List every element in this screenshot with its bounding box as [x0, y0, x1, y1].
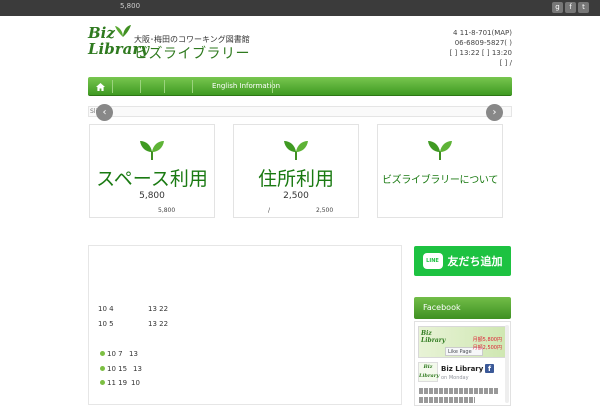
- facebook-widget: Biz Library Like Page 月額5,800円 月額2,500円 B…: [414, 321, 511, 406]
- slider-next-button[interactable]: ›: [486, 104, 503, 121]
- card-price: 2,500: [283, 191, 309, 201]
- cover-logo: Biz Library: [421, 330, 445, 344]
- google-plus-icon[interactable]: g: [552, 2, 563, 13]
- top-bar: 5,800 g f t: [0, 0, 600, 16]
- facebook-avatar[interactable]: Biz Library: [418, 362, 440, 382]
- facebook-page-name[interactable]: Biz Library: [441, 365, 483, 373]
- line-icon: LINE: [422, 253, 443, 269]
- line-button-label: 友だち追加: [447, 255, 503, 268]
- schedule-time: 13 22: [148, 305, 169, 313]
- event-date: 11 19: [107, 379, 128, 387]
- facebook-post-text: [419, 388, 499, 394]
- twitter-icon[interactable]: t: [578, 2, 589, 13]
- line-add-friend-button[interactable]: LINE 友だち追加: [414, 246, 511, 276]
- cover-logo-biz: Biz: [421, 330, 432, 337]
- facebook-heading: Facebook: [414, 297, 511, 319]
- bullet-icon: [100, 380, 105, 385]
- main-content: 10 4 13 22 10 5 13 22 10 7 13 10 15 13 1…: [88, 245, 402, 405]
- sprout-icon: [428, 141, 452, 160]
- nav-divider: [140, 80, 141, 93]
- card-price: 5,800: [139, 191, 165, 201]
- avatar-library: Library: [419, 373, 440, 379]
- hours-text: [ ] 13:22 [ ] 13:20: [449, 49, 512, 57]
- schedule-time: 13 22: [148, 320, 169, 328]
- card-title: ビズライブラリーについて: [381, 175, 499, 186]
- nav-divider: [164, 80, 165, 93]
- home-icon: [95, 82, 105, 91]
- event-time: 13: [133, 365, 142, 373]
- phone-text: 06-6809-5827( ): [454, 39, 512, 47]
- schedule-date: 10 5: [98, 320, 114, 328]
- facebook-post-time: on Monday: [441, 375, 469, 381]
- schedule-date: 10 4: [98, 305, 114, 313]
- card-address[interactable]: 住所利用 2,500 / 2,500: [233, 124, 359, 218]
- event-item: 11 19: [100, 379, 127, 387]
- card-caption: 2,500: [316, 207, 334, 214]
- cover-logo-library: Library: [421, 337, 446, 344]
- event-item: 10 7: [100, 350, 123, 358]
- sprout-icon: [140, 141, 164, 160]
- nav-home-button[interactable]: [88, 77, 112, 96]
- facebook-post-text: [419, 397, 475, 403]
- card-title: スペース利用: [96, 168, 208, 190]
- bullet-icon: [100, 366, 105, 371]
- event-time: 10: [131, 379, 140, 387]
- event-date: 10 7: [107, 350, 123, 358]
- logo-name: ビズライブラリー: [134, 46, 250, 62]
- bullet-icon: [100, 351, 105, 356]
- facebook-icon[interactable]: f: [565, 2, 576, 13]
- nav-divider: [112, 80, 113, 93]
- hours-text-2: [ ] /: [499, 59, 512, 67]
- main-nav: English Information: [88, 77, 512, 96]
- sprout-icon: [284, 141, 308, 160]
- event-time: 13: [129, 350, 138, 358]
- leaf-icon: [115, 25, 131, 37]
- logo-biz-text: Biz: [88, 24, 115, 42]
- facebook-icon: f: [485, 364, 494, 373]
- card-title: 住所利用: [257, 168, 334, 190]
- facebook-scrollbar[interactable]: [505, 325, 509, 403]
- avatar-biz: Biz: [423, 364, 433, 370]
- header-info: 4 11-8-701(MAP) 06-6809-5827( ) [ ] 13:2…: [450, 28, 512, 68]
- nav-item-english[interactable]: English Information: [212, 82, 280, 90]
- event-item: 10 15: [100, 365, 127, 373]
- cover-price-1: 月額5,800円: [472, 337, 502, 343]
- address-text: 4 11-8-701(MAP): [453, 29, 512, 37]
- slider-prev-button[interactable]: ‹: [96, 104, 113, 121]
- topbar-message: 5,800: [120, 2, 141, 10]
- facebook-heading-text: Facebook: [423, 303, 461, 312]
- event-date: 10 15: [107, 365, 128, 373]
- nav-divider: [192, 80, 193, 93]
- cover-price-2: 月額2,500円: [472, 345, 502, 351]
- facebook-cover-image[interactable]: Biz Library Like Page 月額5,800円 月額2,500円: [418, 326, 506, 358]
- nav-divider: [272, 80, 273, 93]
- card-space[interactable]: スペース利用 5,800 5,800: [89, 124, 215, 218]
- card-caption: 5,800: [158, 207, 176, 214]
- image-slider: Slid: [88, 106, 512, 117]
- card-about[interactable]: ビズライブラリーについて: [377, 124, 503, 218]
